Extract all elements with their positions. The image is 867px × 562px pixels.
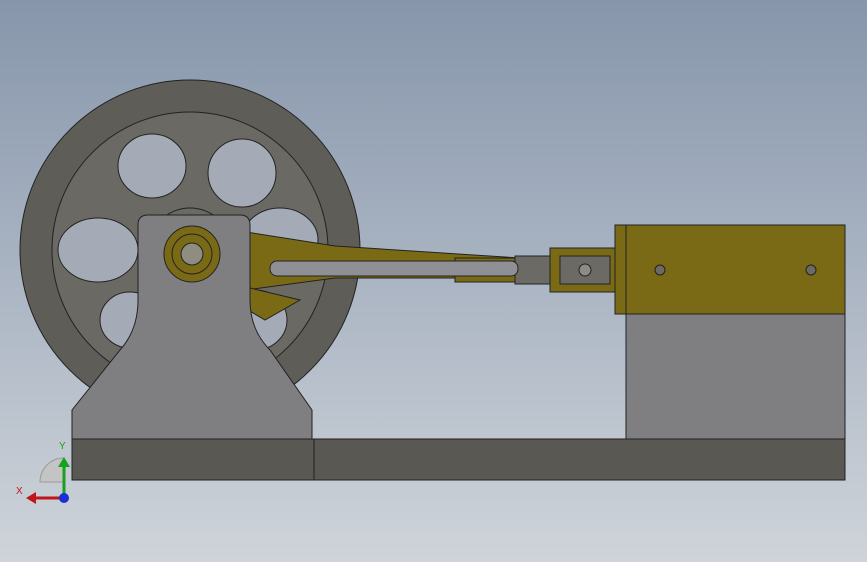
piston-rod[interactable] xyxy=(269,260,519,277)
base-plate[interactable] xyxy=(71,438,846,481)
crankshaft-end xyxy=(180,242,204,266)
cylinder-assembly[interactable] xyxy=(614,224,846,440)
cylinder-bolt xyxy=(654,264,666,276)
cylinder-bolt xyxy=(805,264,817,276)
triad-x-label: X xyxy=(16,486,23,497)
model-scene[interactable] xyxy=(0,0,867,562)
cylinder-support xyxy=(625,313,846,440)
triad-y-label: Y xyxy=(59,441,66,452)
graphics-viewport[interactable]: Y X xyxy=(0,0,867,562)
view-triad[interactable] xyxy=(26,457,70,504)
